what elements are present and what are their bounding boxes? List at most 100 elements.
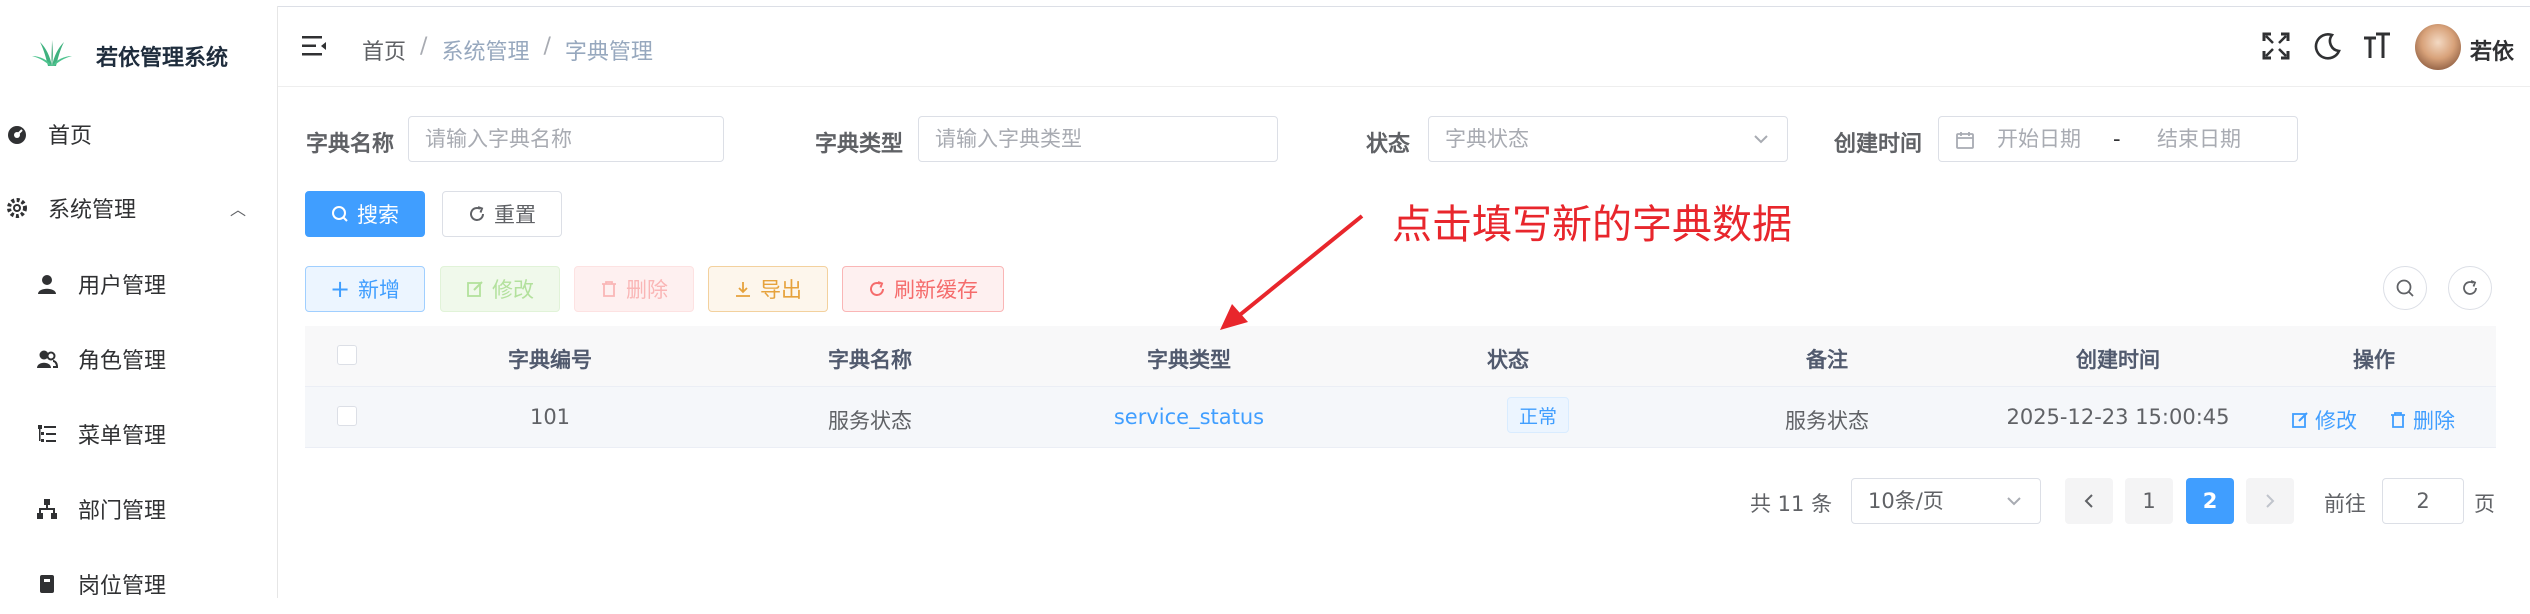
breadcrumb-current: 字典管理 [564, 40, 653, 65]
dashboard-icon [8, 126, 26, 144]
date-range-separator: - [2113, 127, 2121, 151]
sidebar-item-label: 首页 [48, 124, 93, 149]
prev-page-button[interactable] [2065, 478, 2113, 524]
row-edit-label: 修改 [2315, 409, 2357, 433]
search-button[interactable]: 搜索 [305, 191, 425, 237]
column-header: 创建时间 [2076, 348, 2160, 372]
goto-page-input[interactable]: 2 [2382, 478, 2464, 524]
font-size-icon[interactable] [2362, 32, 2392, 60]
hamburger-icon[interactable] [302, 34, 328, 58]
navbar: 首页 / 系统管理 / 字典管理 [278, 6, 2530, 87]
row-delete-button[interactable]: 删除 [2389, 405, 2455, 435]
breadcrumb-separator: / [420, 34, 428, 59]
avatar[interactable] [2415, 24, 2461, 70]
cell-dict-id: 101 [529, 405, 571, 429]
dict-type-input[interactable]: 请输入字典类型 [918, 116, 1278, 162]
post-icon [40, 575, 54, 593]
add-button[interactable]: + 新增 [305, 266, 425, 312]
app-title: 若依管理系统 [96, 46, 229, 71]
start-date-input[interactable]: 开始日期 [1997, 117, 2081, 161]
calendar-icon [1956, 132, 1974, 149]
status-badge: 正常 [1507, 397, 1569, 433]
moon-icon[interactable] [2314, 32, 2342, 60]
breadcrumb-separator: / [543, 34, 551, 59]
page-size-value: 10条/页 [1868, 489, 1944, 513]
sidebar-item-home[interactable]: 首页 [0, 104, 277, 164]
column-header: 备注 [1806, 348, 1848, 372]
breadcrumb: 首页 / 系统管理 / 字典管理 [362, 34, 653, 66]
sidebar-item-posts[interactable]: 岗位管理 [0, 554, 277, 614]
table-row[interactable]: 101 服务状态 service_status 正常 服务状态 2025-12-… [305, 387, 2496, 448]
annotation-arrow [1220, 214, 1364, 330]
column-header: 状态 [1487, 348, 1529, 372]
dict-type-label: 字典类型 [815, 132, 904, 157]
add-button-label: 新增 [358, 278, 401, 302]
chevron-down-icon [2007, 497, 2021, 506]
sidebar-item-label: 岗位管理 [78, 574, 167, 599]
dict-name-input[interactable]: 请输入字典名称 [408, 116, 724, 162]
breadcrumb-system[interactable]: 系统管理 [441, 34, 529, 66]
sidebar-item-label: 用户管理 [78, 274, 167, 299]
refresh-table-button[interactable] [2448, 266, 2492, 310]
download-icon [736, 282, 750, 297]
refresh-icon [2463, 280, 2477, 295]
cell-created-time: 2025-12-23 15:00:45 [2006, 405, 2230, 429]
refresh-icon [470, 206, 484, 221]
row-edit-button[interactable]: 修改 [2291, 405, 2357, 435]
delete-button[interactable]: 删除 [574, 266, 694, 312]
sidebar-item-system[interactable]: 系统管理 ︿ [0, 178, 277, 238]
chevron-down-icon [1754, 135, 1768, 144]
chevron-up-icon: ︿ [230, 200, 247, 219]
edit-icon [2292, 412, 2308, 428]
edit-button-label: 修改 [492, 278, 534, 302]
plus-icon: + [329, 275, 351, 303]
column-header: 操作 [2353, 348, 2395, 372]
date-range-picker[interactable]: 开始日期 - 结束日期 [1938, 116, 2298, 162]
edit-button[interactable]: 修改 [440, 266, 560, 312]
delete-button-label: 删除 [626, 278, 668, 302]
cell-remark: 服务状态 [1785, 409, 1869, 433]
sidebar-item-label: 菜单管理 [78, 424, 167, 449]
breadcrumb-home[interactable]: 首页 [362, 34, 406, 66]
dict-name-label: 字典名称 [306, 132, 395, 157]
trash-icon [602, 281, 616, 297]
user-icon [38, 275, 56, 294]
sidebar-item-depts[interactable]: 部门管理 [0, 479, 277, 539]
select-all-checkbox[interactable] [337, 345, 357, 365]
reset-button[interactable]: 重置 [442, 191, 562, 237]
page-1-button[interactable]: 1 [2125, 478, 2173, 524]
column-header: 字典编号 [508, 348, 592, 372]
gear-icon [7, 198, 27, 218]
fullscreen-icon[interactable] [2262, 32, 2290, 60]
logo[interactable]: 若依管理系统 [0, 26, 277, 82]
page-size-select[interactable]: 10条/页 [1851, 478, 2041, 524]
export-button[interactable]: 导出 [708, 266, 828, 312]
search-button-label: 搜索 [357, 203, 399, 227]
cell-dict-type-link[interactable]: service_status [1114, 405, 1264, 429]
status-select[interactable]: 字典状态 [1428, 116, 1788, 162]
sidebar-item-menus[interactable]: 菜单管理 [0, 404, 277, 464]
toggle-search-button[interactable] [2383, 266, 2427, 310]
annotation-text: 点击填写新的字典数据 [1392, 202, 1792, 248]
refresh-cache-button[interactable]: 刷新缓存 [842, 266, 1004, 312]
username[interactable]: 若依 [2470, 34, 2514, 66]
status-select-placeholder: 字典状态 [1445, 127, 1529, 151]
tree-table-icon [38, 425, 56, 442]
refresh-cache-button-label: 刷新缓存 [894, 278, 978, 302]
next-page-button[interactable] [2246, 478, 2294, 524]
status-label: 状态 [1366, 132, 1411, 157]
column-header: 字典名称 [828, 348, 912, 372]
end-date-input[interactable]: 结束日期 [2157, 117, 2241, 161]
page-2-button[interactable]: 2 [2186, 478, 2234, 524]
column-header: 字典类型 [1147, 348, 1231, 372]
chevron-right-icon [2266, 494, 2275, 508]
sidebar-item-users[interactable]: 用户管理 [0, 254, 277, 314]
sidebar-item-label: 系统管理 [48, 198, 137, 223]
search-icon [2396, 279, 2414, 297]
row-checkbox[interactable] [337, 406, 357, 426]
sidebar-item-roles[interactable]: 角色管理 [0, 329, 277, 389]
page-unit-label: 页 [2474, 492, 2495, 516]
created-time-label: 创建时间 [1834, 132, 1923, 157]
edit-icon [467, 281, 483, 297]
sidebar-item-label: 角色管理 [78, 349, 167, 374]
